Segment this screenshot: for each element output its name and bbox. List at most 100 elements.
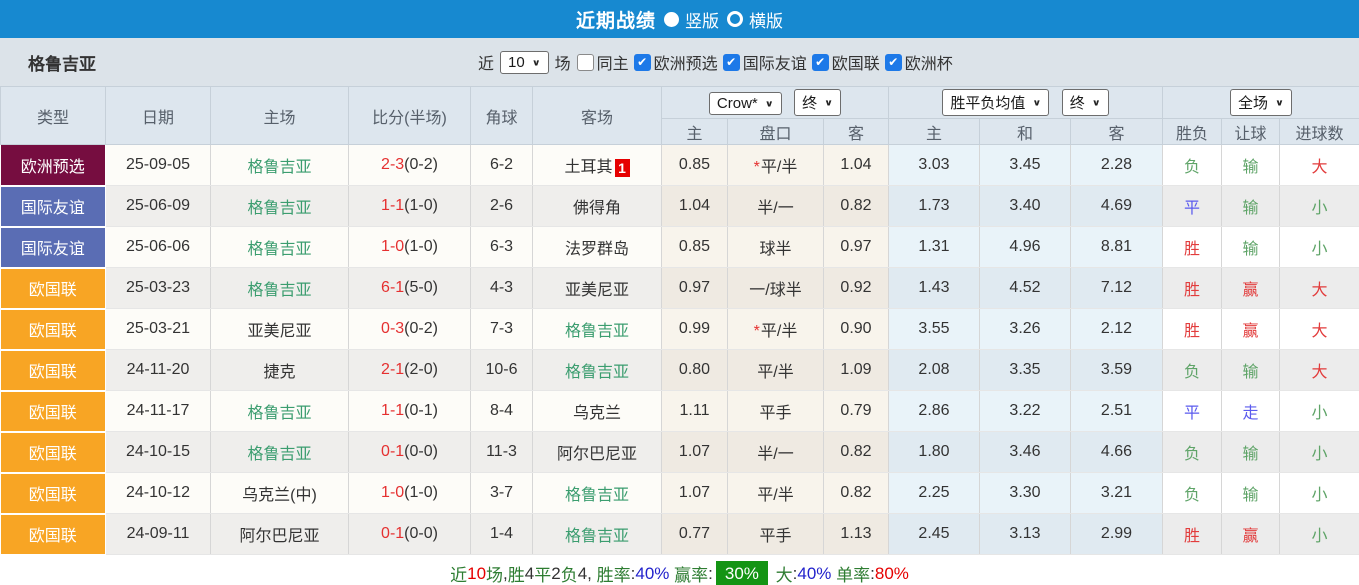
result-goals-cell: 小 [1279, 513, 1359, 555]
filter-checkbox-欧国联[interactable]: ✔ 欧国联 [811, 50, 880, 74]
summary-segment: 40% [797, 563, 832, 583]
filter-checkbox-同主[interactable]: 同主 [576, 50, 629, 74]
away-team-cell: 佛得角 [532, 185, 662, 227]
type-cell: 欧洲预选 [0, 144, 106, 187]
layout-radio-option[interactable]: 横版 [727, 7, 783, 32]
handicap-cell: *平/半 [727, 144, 824, 186]
date-cell: 24-09-11 [105, 513, 211, 555]
type-cell: 国际友谊 [0, 185, 106, 228]
mean-lose-cell: 2.12 [1070, 308, 1163, 350]
home-team-name: 捷克 [263, 364, 296, 381]
filter-controls: 近 10 ∨ 场 同主 ✔ 欧洲预选 ✔ 国际友谊 ✔ 欧国联 ✔ 欧洲杯 [478, 50, 953, 74]
corners-cell: 7-3 [470, 308, 533, 350]
chevron-down-icon: ∨ [1091, 98, 1101, 108]
handicap-cell: 一/球半 [727, 267, 824, 309]
handicap-value: 半/一 [757, 200, 794, 217]
home-team-name: 格鲁吉亚 [247, 282, 312, 299]
date-cell: 25-06-06 [105, 226, 211, 268]
checkbox-icon[interactable] [576, 53, 594, 71]
fulltime-score: 1-1 [381, 197, 405, 214]
halftime-score: (0-0) [404, 525, 438, 542]
type-cell: 欧国联 [0, 390, 106, 433]
page-title: 近期战绩 [575, 10, 656, 32]
table-row: 欧国联 25-03-23 格鲁吉亚 6-1(5-0) 4-3 亚美尼亚 0.97 一/球半 0.… [0, 267, 1359, 310]
recent-results-table: 类型 日期 主场 比分(半场) 角球 客场 Crow* ∨ 终 ∨ 胜平负均值 ∨ 终… [0, 86, 1359, 556]
summary-segment: 平 [534, 566, 552, 585]
away-odds-cell: 0.97 [823, 226, 889, 268]
checkbox-icon[interactable]: ✔ [811, 53, 829, 71]
team-name: 格鲁吉亚 [28, 54, 96, 74]
home-team-name: 格鲁吉亚 [247, 241, 312, 258]
mean-type-select[interactable]: 胜平负均值 ∨ [942, 89, 1050, 116]
away-team-cell: 乌克兰 [532, 390, 662, 432]
handicap-value: 平手 [759, 528, 792, 545]
mean-lose-cell: 2.99 [1070, 513, 1163, 555]
away-team-name: 格鲁吉亚 [564, 364, 629, 381]
summary-segment: 30% [715, 560, 768, 585]
odds-time-value: 终 [802, 95, 818, 112]
result-handicap-value: 输 [1242, 487, 1259, 504]
checkbox-icon[interactable]: ✔ [722, 53, 740, 71]
mean-draw-cell: 3.46 [979, 431, 1071, 473]
score-cell: 1-0(1-0) [348, 472, 471, 514]
table-row: 欧国联 24-10-15 格鲁吉亚 0-1(0-0) 11-3 阿尔巴尼亚 1.07 半/一 0… [0, 431, 1359, 474]
filter-checkbox-国际友谊[interactable]: ✔ 国际友谊 [722, 50, 807, 74]
radio-icon[interactable] [664, 11, 679, 27]
score-cell: 0-1(0-0) [348, 513, 471, 555]
mean-win-cell: 1.80 [888, 431, 980, 473]
table-row: 欧洲预选 25-09-05 格鲁吉亚 2-3(0-2) 6-2 土耳其 1 0.85 *平/半 1… [0, 144, 1359, 187]
date-cell: 25-03-23 [105, 267, 211, 309]
filter-checkbox-欧洲杯[interactable]: ✔ 欧洲杯 [884, 50, 953, 74]
result-wdl-value: 负 [1183, 159, 1200, 176]
mean-lose-cell: 3.59 [1070, 349, 1163, 391]
layout-radio-selected[interactable]: 竖版 [664, 7, 719, 32]
result-goals-cell: 大 [1279, 349, 1359, 391]
match-count-select[interactable]: 10 ∨ [500, 50, 549, 74]
away-team-name: 格鲁吉亚 [564, 487, 629, 504]
away-team-name: 法罗群岛 [564, 241, 629, 258]
mean-win-cell: 2.86 [888, 390, 980, 432]
odds-time-select[interactable]: 终 ∨ [794, 89, 842, 116]
mean-time-select[interactable]: 终 ∨ [1061, 89, 1109, 116]
checkbox-icon[interactable]: ✔ [884, 53, 902, 71]
recent-results-panel: 近期战绩 竖版 横版 格鲁吉亚 近 10 ∨ 场 同主 ✔ 欧洲预选 ✔ 国际友谊 ✔ 欧国联… [0, 0, 1359, 585]
home-odds-cell: 0.85 [661, 226, 728, 268]
handicap-cell: 平手 [727, 513, 824, 555]
summary-segment: 胜 [507, 566, 525, 585]
home-team-name: 阿尔巴尼亚 [239, 528, 320, 545]
type-cell: 欧国联 [0, 267, 106, 310]
summary-segment: : [708, 563, 713, 583]
away-team-name: 土耳其 [564, 159, 613, 176]
mean-lose-cell: 4.69 [1070, 185, 1163, 227]
halftime-score: (0-0) [404, 443, 438, 460]
header-date: 日期 [105, 86, 211, 145]
handicap-cell: 平/半 [727, 472, 824, 514]
result-wdl-value: 胜 [1183, 282, 1200, 299]
handicap-cell: 球半 [727, 226, 824, 268]
mean-win-cell: 3.55 [888, 308, 980, 350]
result-handicap-cell: 输 [1221, 185, 1280, 227]
home-odds-cell: 1.04 [661, 185, 728, 227]
radio-icon[interactable] [727, 11, 743, 27]
checkbox-icon[interactable]: ✔ [633, 53, 651, 71]
corners-cell: 10-6 [470, 349, 533, 391]
home-team-cell: 格鲁吉亚 [210, 185, 349, 227]
summary-segment: 大 [775, 566, 793, 585]
filter-checkbox-欧洲预选[interactable]: ✔ 欧洲预选 [633, 50, 718, 74]
halftime-score: (1-0) [404, 484, 438, 501]
result-wdl-value: 负 [1183, 487, 1200, 504]
table-row: 国际友谊 25-06-06 格鲁吉亚 1-0(1-0) 6-3 法罗群岛 0.85 球半 0.9… [0, 226, 1359, 269]
scope-select[interactable]: 全场 ∨ [1230, 89, 1292, 116]
odds-company-select[interactable]: Crow* ∨ [708, 92, 782, 115]
summary-segment: 胜率 [596, 566, 631, 585]
result-handicap-value: 赢 [1242, 323, 1259, 340]
result-handicap-value: 输 [1242, 200, 1259, 217]
date-cell: 24-11-17 [105, 390, 211, 432]
away-team-cell: 格鲁吉亚 [532, 513, 662, 555]
home-team-cell: 格鲁吉亚 [210, 431, 349, 473]
home-odds-cell: 0.97 [661, 267, 728, 309]
chevron-down-icon: ∨ [1275, 98, 1284, 108]
mean-draw-cell: 3.30 [979, 472, 1071, 514]
odds-select-group: Crow* ∨ 终 ∨ [661, 86, 889, 119]
star-mark: * [753, 323, 760, 340]
